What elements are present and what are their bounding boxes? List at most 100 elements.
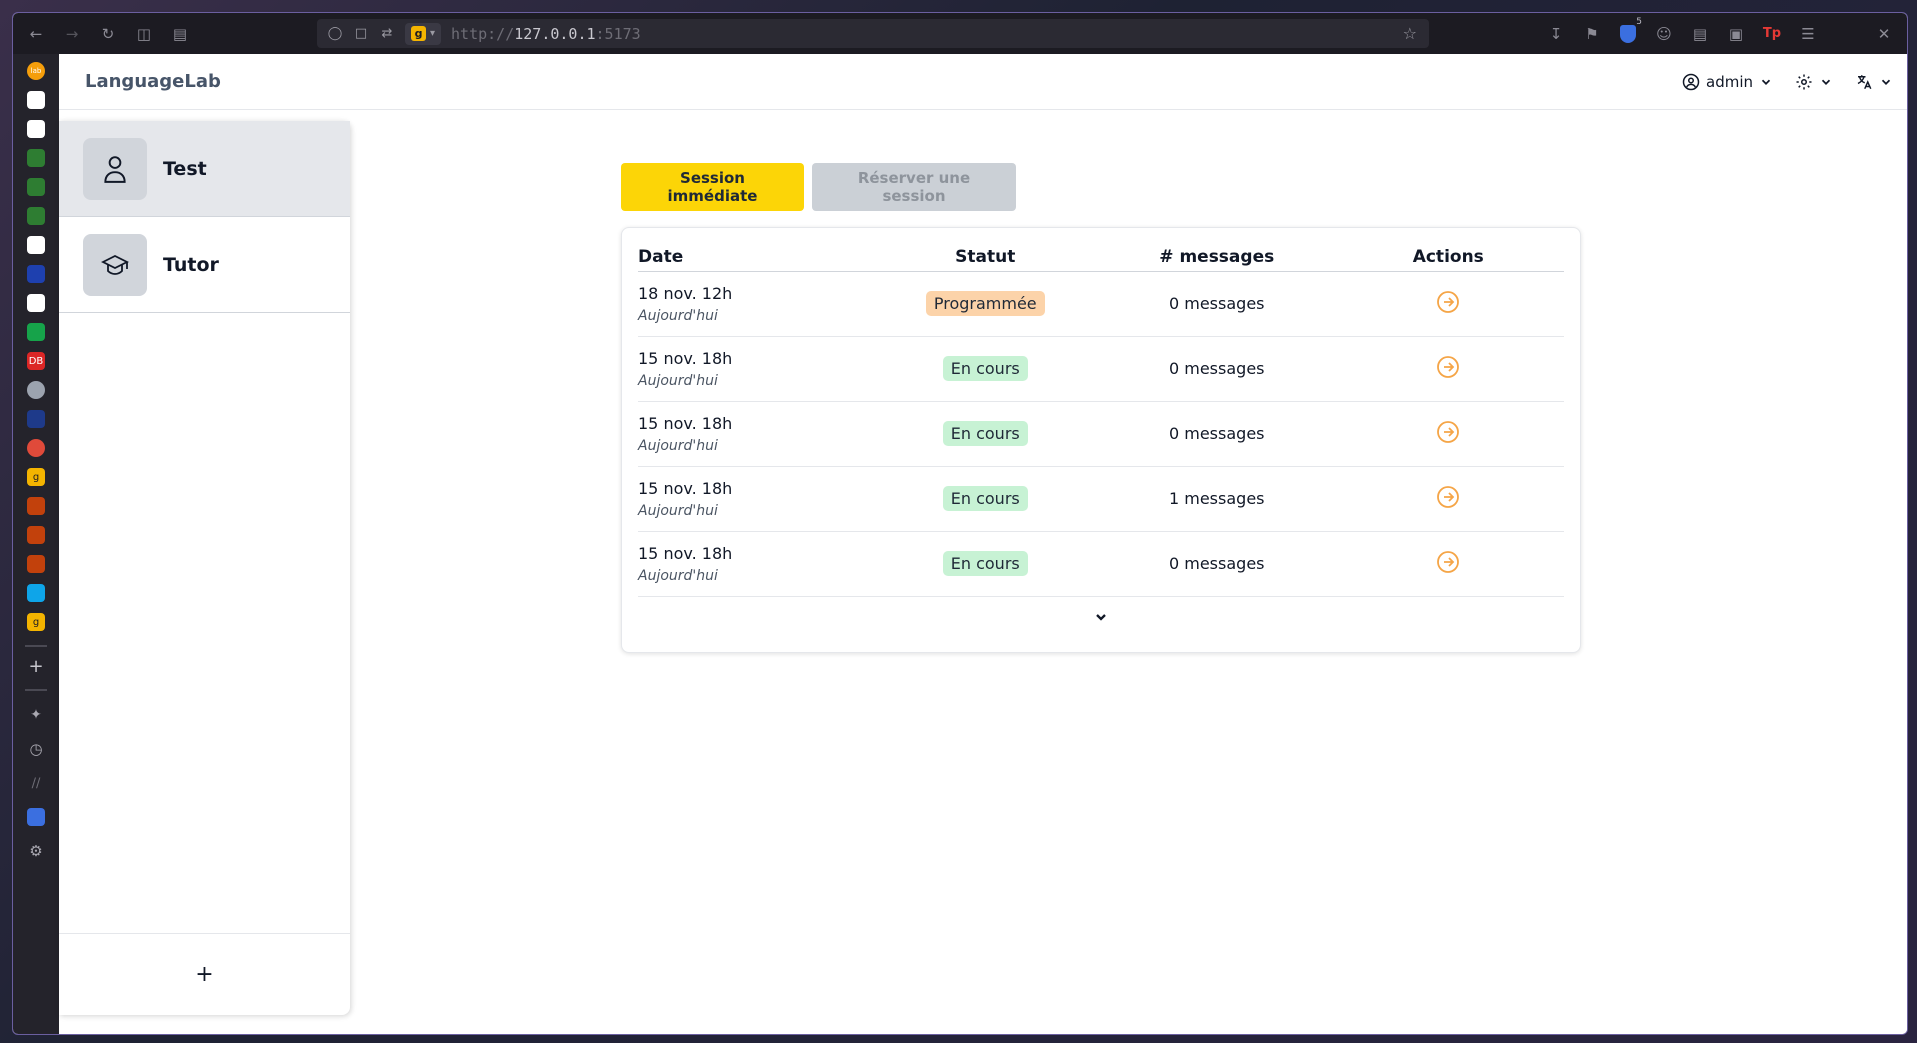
docker-icon[interactable] — [27, 265, 45, 283]
immediate-session-button[interactable]: Session immédiate — [621, 163, 804, 211]
chevron-down-icon — [1761, 79, 1771, 85]
reader-icon[interactable]: ▤ — [1687, 21, 1713, 47]
shield-icon[interactable]: ◯ — [327, 26, 343, 41]
status-cell: En cours — [869, 401, 1101, 467]
book-session-button[interactable]: Réserver une session — [812, 163, 1016, 211]
bird-icon[interactable] — [27, 584, 45, 602]
stack-icon[interactable] — [27, 526, 45, 544]
status-badge: Programmée — [925, 291, 1045, 316]
settings-icon[interactable]: ⚙ — [27, 842, 45, 860]
date-cell: 15 nov. 18h Aujourd'hui — [638, 401, 870, 467]
bookmark-star-icon[interactable]: ☆ — [1403, 24, 1417, 43]
g-icon: g — [411, 26, 426, 41]
show-more-button[interactable] — [638, 597, 1564, 637]
leaf-icon[interactable] — [27, 207, 45, 225]
date-cell: 15 nov. 18h Aujourd'hui — [638, 466, 870, 532]
contact-item-test[interactable]: Test — [59, 121, 350, 217]
session-day: Aujourd'hui — [638, 307, 718, 324]
messages-cell: 1 messages — [1101, 466, 1333, 532]
history-icon[interactable]: ◷ — [27, 740, 45, 758]
reload-icon[interactable]: ↻ — [95, 21, 121, 47]
settings-menu[interactable] — [1795, 73, 1833, 91]
sidebar-divider — [25, 645, 47, 647]
back-icon[interactable]: ← — [23, 21, 49, 47]
url-bar[interactable]: ◯ □ ⇄ g ▾ http://127.0.0.1:5173 ☆ — [317, 19, 1429, 48]
mask-icon[interactable]: ☺ — [1651, 21, 1677, 47]
actions-cell — [1332, 401, 1564, 467]
chrome-icon[interactable] — [27, 439, 45, 457]
status-cell: En cours — [869, 336, 1101, 402]
bitwarden-icon[interactable] — [27, 91, 45, 109]
add-icon[interactable]: + — [27, 656, 45, 677]
messages-cell: 0 messages — [1101, 271, 1333, 337]
open-session-button[interactable] — [1436, 355, 1460, 379]
bitwarden-icon[interactable] — [27, 294, 45, 312]
tab-overview-icon[interactable]: ▤ — [167, 21, 193, 47]
messages-cell: 0 messages — [1101, 401, 1333, 467]
leaf-icon[interactable] — [27, 149, 45, 167]
arrow-right-circle-icon — [1437, 550, 1460, 573]
add-contact-button[interactable]: + — [59, 933, 350, 1015]
tp-extension-icon[interactable]: Tp — [1759, 21, 1785, 47]
translate-icon — [1857, 75, 1872, 90]
stack-icon[interactable] — [27, 497, 45, 515]
forward-icon[interactable]: → — [59, 21, 85, 47]
site-identity-button[interactable]: g ▾ — [405, 22, 442, 45]
extensions-icon[interactable]: ⚑ — [1579, 21, 1605, 47]
chevron-down-icon: ▾ — [430, 28, 436, 39]
session-date: 15 nov. 18h — [638, 413, 733, 433]
play-icon[interactable] — [27, 410, 45, 428]
messages-cell: 0 messages — [1101, 531, 1333, 597]
leaf-icon[interactable] — [27, 178, 45, 196]
actions-cell — [1332, 466, 1564, 532]
g-icon[interactable]: g — [27, 468, 45, 486]
globe-icon[interactable] — [27, 381, 45, 399]
avatar — [83, 137, 147, 200]
open-session-button[interactable] — [1436, 290, 1460, 314]
open-session-button[interactable] — [1436, 550, 1460, 574]
table-row: 15 nov. 18h Aujourd'hui En cours 0 messa… — [638, 531, 1564, 597]
sidebar-toggle-icon[interactable]: ◫ — [131, 21, 157, 47]
close-icon[interactable]: ✕ — [1871, 21, 1897, 47]
url-text[interactable]: http://127.0.0.1:5173 — [451, 25, 641, 43]
language-menu[interactable] — [1855, 73, 1893, 91]
stack-icon[interactable] — [27, 555, 45, 573]
permissions-icon[interactable]: ⇄ — [379, 26, 395, 41]
user-name: admin — [1706, 73, 1753, 91]
bitwarden-icon[interactable] — [27, 808, 45, 826]
open-session-button[interactable] — [1436, 485, 1460, 509]
column-header-status: Statut — [869, 228, 1101, 272]
messages-cell: 0 messages — [1101, 336, 1333, 402]
table-row: 15 nov. 18h Aujourd'hui En cours 0 messa… — [638, 401, 1564, 467]
open-session-button[interactable] — [1436, 420, 1460, 444]
contact-item-tutor[interactable]: Tutor — [59, 217, 350, 313]
page-icon: □ — [354, 26, 368, 41]
github-icon[interactable] — [27, 236, 45, 254]
actions-cell — [1332, 271, 1564, 337]
download-icon[interactable]: ↧ — [1543, 21, 1569, 47]
session-day: Aujourd'hui — [638, 502, 718, 519]
g-icon[interactable]: g — [27, 613, 45, 631]
menu-icon[interactable]: ☰ — [1795, 21, 1821, 47]
feather-icon[interactable] — [27, 323, 45, 341]
actions-cell — [1332, 336, 1564, 402]
session-day: Aujourd'hui — [638, 567, 718, 584]
column-header-date: Date — [638, 228, 870, 272]
table-row: 15 nov. 18h Aujourd'hui En cours 0 messa… — [638, 336, 1564, 402]
status-cell: Programmée — [869, 271, 1101, 337]
status-badge: En cours — [942, 421, 1028, 446]
db-icon[interactable]: DB — [27, 352, 45, 370]
sessions-table-card: Date Statut # messages Actions 18 nov. 1… — [621, 227, 1581, 653]
sparkle-icon[interactable]: ✦ — [27, 706, 45, 724]
app-brand[interactable]: LanguageLab — [85, 71, 221, 92]
window-icon[interactable]: ▣ — [1723, 21, 1749, 47]
arrow-right-circle-icon — [1437, 485, 1460, 508]
avatar — [83, 233, 147, 296]
contact-name: Tutor — [163, 253, 219, 276]
gear-icon — [1796, 74, 1812, 90]
bookmarks-icon[interactable]: ∕∕ — [27, 774, 45, 792]
user-menu[interactable]: admin — [1682, 73, 1773, 91]
languagelab-icon[interactable]: lab — [27, 62, 45, 80]
bitwarden-icon[interactable] — [27, 120, 45, 138]
bitwarden-extension-icon[interactable]: 5 — [1615, 17, 1642, 47]
